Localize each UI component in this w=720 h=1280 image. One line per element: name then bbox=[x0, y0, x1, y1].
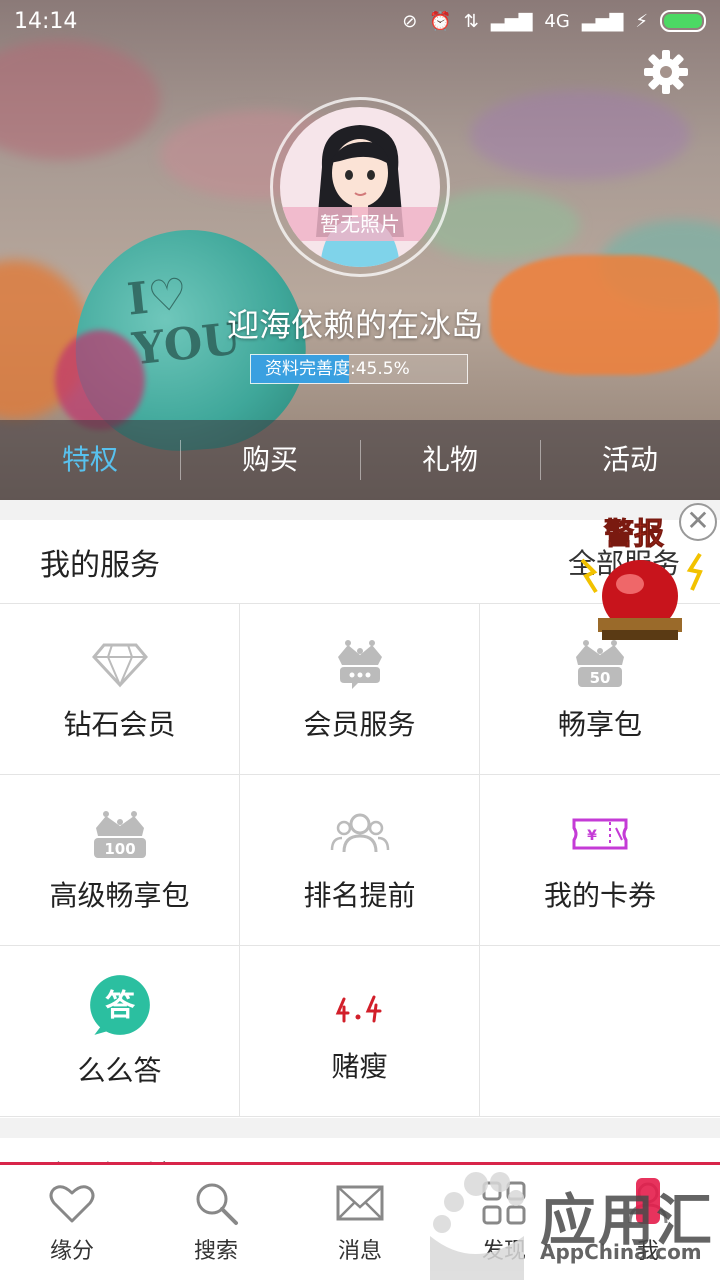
watermark-sub: AppChina.com bbox=[540, 1240, 702, 1264]
username: 迎海依赖的在冰岛 bbox=[226, 306, 483, 344]
service-rank-boost[interactable]: 排名提前 bbox=[240, 775, 480, 946]
nav-label: 缘分 bbox=[49, 1239, 94, 1264]
alarm-icon: ⏰ bbox=[429, 10, 452, 32]
gear-icon[interactable] bbox=[642, 48, 690, 96]
service-bet-slim[interactable]: 赌瘦 bbox=[240, 946, 480, 1117]
signal-icon: ▃▅▇ bbox=[490, 10, 533, 32]
clock: 14:14 bbox=[14, 8, 78, 34]
nav-label: 搜索 bbox=[193, 1239, 238, 1264]
nav-search[interactable]: 搜索 bbox=[144, 1165, 288, 1280]
service-empty-cell bbox=[480, 946, 720, 1117]
service-my-coupons[interactable]: ¥ 我的卡券 bbox=[480, 775, 720, 946]
bg-candy bbox=[0, 40, 160, 160]
service-label: 排名提前 bbox=[303, 879, 416, 912]
badge-100: 100 bbox=[104, 840, 135, 858]
profile-completeness-label: 资料完善度:45.5% bbox=[265, 359, 410, 379]
signal-icon-2: ▃▅▇ bbox=[581, 10, 624, 32]
answer-icon: 答 bbox=[89, 975, 150, 1035]
vibrate-off-icon: ⊘ bbox=[402, 10, 418, 32]
nav-fate[interactable]: 缘分 bbox=[0, 1165, 144, 1280]
nav-messages[interactable]: 消息 bbox=[288, 1165, 432, 1280]
service-label: 畅享包 bbox=[557, 708, 642, 741]
nav-label: 发现 bbox=[481, 1239, 526, 1264]
answer-char: 答 bbox=[105, 989, 135, 1024]
profile-completeness-bar[interactable]: 资料完善度:45.5% bbox=[250, 354, 468, 384]
avatar[interactable]: 暂无照片 bbox=[270, 97, 450, 277]
network-type: 4G bbox=[544, 10, 570, 32]
service-label: 高级畅享包 bbox=[49, 879, 190, 912]
badge-50: 50 bbox=[590, 669, 611, 687]
tab-gift[interactable]: 礼物 bbox=[360, 420, 540, 500]
service-label: 赌瘦 bbox=[331, 1050, 388, 1083]
crown-chat-icon bbox=[337, 640, 382, 689]
tab-buy[interactable]: 购买 bbox=[180, 420, 360, 500]
status-bar: 14:14 ⊘ ⏰ ⇅ ▃▅▇ 4G ▃▅▇ ⚡ bbox=[0, 0, 720, 42]
heart-icon bbox=[49, 1185, 95, 1223]
services-grid: 钻石会员 会员服务 50 畅享包 100 高级畅享包 排名提前 ¥ 我的卡券 答… bbox=[0, 604, 720, 1117]
data-arrows-icon: ⇅ bbox=[463, 10, 479, 32]
close-icon[interactable]: ✕ bbox=[679, 503, 717, 541]
service-label: 会员服务 bbox=[303, 708, 416, 741]
ticket-icon: ¥ bbox=[572, 818, 628, 850]
avatar-girl-illustration bbox=[316, 125, 404, 267]
service-label: 钻石会员 bbox=[63, 708, 176, 741]
search-icon bbox=[196, 1183, 238, 1225]
battery-icon bbox=[660, 10, 706, 32]
alarm-ad-label: 警报 bbox=[604, 517, 664, 552]
service-label: 我的卡券 bbox=[543, 879, 656, 912]
profile-tabs: 特权 购买 礼物 活动 bbox=[0, 420, 720, 500]
tab-activity[interactable]: 活动 bbox=[540, 420, 720, 500]
mail-icon bbox=[336, 1185, 384, 1221]
diamond-icon bbox=[91, 643, 148, 688]
crown-100-icon: 100 bbox=[93, 811, 146, 858]
service-diamond-member[interactable]: 钻石会员 bbox=[0, 604, 240, 775]
no-photo-label: 暂无照片 bbox=[280, 207, 440, 241]
tab-privilege[interactable]: 特权 bbox=[0, 420, 180, 500]
bg-candy bbox=[470, 90, 690, 180]
slim-icon bbox=[335, 995, 381, 1023]
services-title: 我的服务 bbox=[40, 547, 160, 583]
service-label: 么么答 bbox=[77, 1054, 162, 1087]
ticket-yen: ¥ bbox=[587, 828, 597, 844]
service-premium-pack[interactable]: 100 高级畅享包 bbox=[0, 775, 240, 946]
nav-label: 消息 bbox=[337, 1239, 382, 1264]
service-member-service[interactable]: 会员服务 bbox=[240, 604, 480, 775]
people-icon bbox=[330, 813, 389, 853]
charging-icon: ⚡ bbox=[635, 10, 648, 32]
grid-icon bbox=[482, 1181, 526, 1225]
service-memeda[interactable]: 答 么么答 bbox=[0, 946, 240, 1117]
